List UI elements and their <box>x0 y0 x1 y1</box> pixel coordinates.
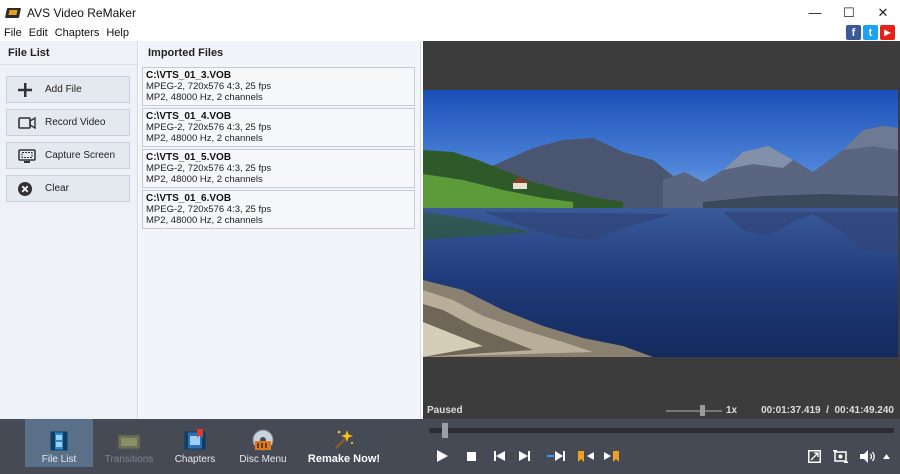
fullscreen-button[interactable] <box>806 448 822 464</box>
disc-menu-icon <box>252 429 274 451</box>
capture-screen-button[interactable]: Capture Screen <box>6 142 130 169</box>
chapter-marker-next-icon <box>604 451 619 462</box>
stop-icon <box>466 451 476 461</box>
add-file-button[interactable]: Add File <box>6 76 130 103</box>
close-button[interactable]: ✕ <box>866 0 900 25</box>
transitions-tab[interactable]: Transitions <box>100 419 158 467</box>
file-item[interactable]: C:\VTS_01_3.VOB MPEG-2, 720x576 4:3, 25 … <box>142 67 415 106</box>
capture-screen-label: Capture Screen <box>45 150 116 161</box>
imported-files-header: Imported Files <box>148 47 224 59</box>
file-name: C:\VTS_01_4.VOB <box>146 111 232 122</box>
magic-wand-icon <box>335 430 354 449</box>
screen-icon <box>18 148 36 163</box>
next-chapter-icon <box>547 451 565 461</box>
video-frame[interactable] <box>423 90 898 357</box>
volume-button[interactable] <box>859 448 879 464</box>
time-readout: 00:01:37.419 / 00:41:49.240 <box>761 405 894 416</box>
video-preview-panel: Paused 1x 00:01:37.419 / 00:41:49.240 <box>423 41 900 419</box>
add-file-label: Add File <box>45 84 82 95</box>
menu-chapters[interactable]: Chapters <box>52 27 103 39</box>
file-item[interactable]: C:\VTS_01_6.VOB MPEG-2, 720x576 4:3, 25 … <box>142 190 415 229</box>
menu-bar: File Edit Chapters Help f t ▶ <box>0 25 900 41</box>
title-bar: AVS Video ReMaker — ☐ ✕ <box>0 0 900 25</box>
next-button[interactable] <box>516 448 532 464</box>
remake-now-label: Remake Now! <box>307 453 381 465</box>
menu-edit[interactable]: Edit <box>26 27 51 39</box>
chapters-tab-label: Chapters <box>174 454 216 465</box>
seek-bar[interactable] <box>429 428 894 433</box>
seek-handle[interactable] <box>442 423 448 438</box>
file-name: C:\VTS_01_6.VOB <box>146 193 232 204</box>
transitions-tab-label: Transitions <box>104 454 154 465</box>
file-item[interactable]: C:\VTS_01_5.VOB MPEG-2, 720x576 4:3, 25 … <box>142 149 415 188</box>
chapters-icon <box>184 429 206 450</box>
play-button[interactable] <box>434 448 450 464</box>
file-audio-info: MP2, 48000 Hz, 2 channels <box>146 92 263 103</box>
volume-menu-arrow[interactable] <box>881 448 891 464</box>
remake-now-button[interactable]: Remake Now! <box>305 419 383 467</box>
playback-status: Paused <box>427 405 463 416</box>
file-list-header: File List <box>0 41 137 65</box>
file-video-info: MPEG-2, 720x576 4:3, 25 fps <box>146 81 272 92</box>
file-list-panel: File List Add File Record Video Capture … <box>0 41 138 419</box>
bottom-toolbar: File List Transitions Chapters Disc Menu <box>0 419 900 474</box>
landscape-image <box>423 90 898 357</box>
file-name: C:\VTS_01_3.VOB <box>146 70 232 81</box>
file-item[interactable]: C:\VTS_01_4.VOB MPEG-2, 720x576 4:3, 25 … <box>142 108 415 147</box>
file-list-tab[interactable]: File List <box>25 419 93 467</box>
stop-button[interactable] <box>463 448 479 464</box>
add-chapter-marker-button[interactable] <box>576 448 596 464</box>
plus-icon <box>18 82 36 97</box>
disc-menu-tab-label: Disc Menu <box>239 454 287 465</box>
youtube-icon[interactable]: ▶ <box>880 25 895 40</box>
imported-files-panel: Imported Files C:\VTS_01_3.VOB MPEG-2, 7… <box>139 41 421 419</box>
remove-chapter-marker-button[interactable] <box>602 448 622 464</box>
camera-icon <box>18 116 36 130</box>
file-audio-info: MP2, 48000 Hz, 2 channels <box>146 133 263 144</box>
disc-menu-tab[interactable]: Disc Menu <box>237 419 289 467</box>
record-video-button[interactable]: Record Video <box>6 109 130 136</box>
file-audio-info: MP2, 48000 Hz, 2 channels <box>146 215 263 226</box>
file-video-info: MPEG-2, 720x576 4:3, 25 fps <box>146 204 272 215</box>
chapters-tab[interactable]: Chapters <box>170 419 220 467</box>
filmstrip-icon <box>50 431 68 451</box>
facebook-icon[interactable]: f <box>846 25 861 40</box>
clear-icon <box>18 181 36 196</box>
playback-speed: 1x <box>726 405 738 416</box>
menu-file[interactable]: File <box>1 27 25 39</box>
fullscreen-icon <box>807 449 821 463</box>
maximize-button[interactable]: ☐ <box>832 0 866 25</box>
file-video-info: MPEG-2, 720x576 4:3, 25 fps <box>146 122 272 133</box>
skip-forward-icon <box>518 451 530 461</box>
window-title: AVS Video ReMaker <box>27 5 136 20</box>
twitter-icon[interactable]: t <box>863 25 878 40</box>
volume-icon <box>860 449 875 463</box>
clapperboard-icon <box>4 6 22 20</box>
speed-slider[interactable] <box>666 410 722 412</box>
file-video-info: MPEG-2, 720x576 4:3, 25 fps <box>146 163 272 174</box>
skip-back-icon <box>493 451 505 461</box>
clear-button[interactable]: Clear <box>6 175 130 202</box>
snapshot-icon <box>832 449 848 463</box>
file-list-tab-label: File List <box>41 454 77 465</box>
record-video-label: Record Video <box>45 117 106 128</box>
file-name: C:\VTS_01_5.VOB <box>146 152 232 163</box>
snapshot-button[interactable] <box>832 448 848 464</box>
speed-slider-handle[interactable] <box>700 405 705 416</box>
minimize-button[interactable]: — <box>798 0 832 25</box>
file-audio-info: MP2, 48000 Hz, 2 channels <box>146 174 263 185</box>
caret-up-icon <box>882 453 890 459</box>
previous-button[interactable] <box>491 448 507 464</box>
next-chapter-button[interactable] <box>546 448 566 464</box>
chapter-marker-add-icon <box>578 451 594 462</box>
clear-label: Clear <box>45 183 69 194</box>
transitions-icon <box>117 434 141 450</box>
menu-help[interactable]: Help <box>103 27 132 39</box>
play-icon <box>437 450 448 462</box>
